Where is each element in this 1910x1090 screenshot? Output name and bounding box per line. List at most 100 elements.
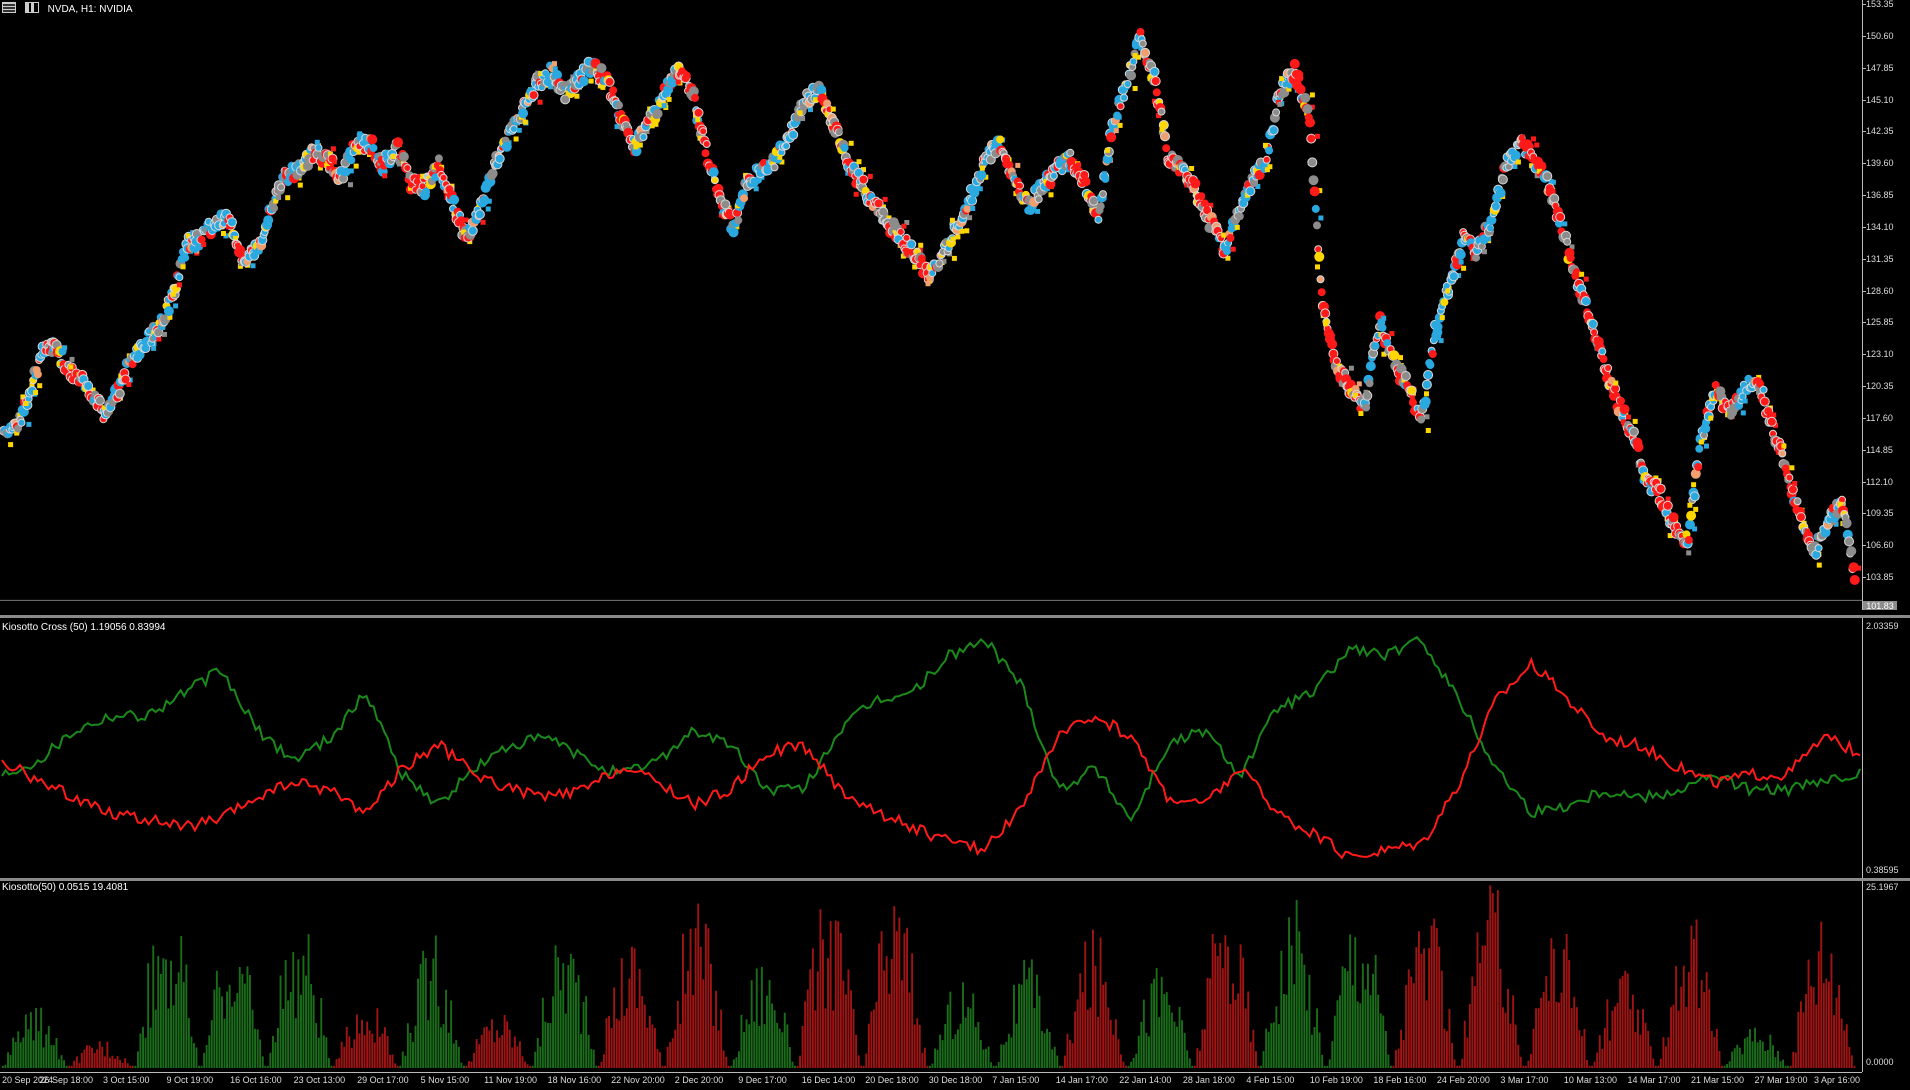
price-marker xyxy=(1472,253,1480,262)
histogram-bar xyxy=(699,946,702,1068)
signal-square xyxy=(357,131,363,137)
vol-tick-label: 0.0000 xyxy=(1866,1057,1894,1067)
histogram-bar xyxy=(519,1041,521,1068)
price-marker xyxy=(1694,463,1703,471)
histogram-bar xyxy=(1018,983,1020,1068)
signal-square xyxy=(1116,114,1122,120)
signal-square xyxy=(675,79,681,85)
histogram-bar xyxy=(1530,1054,1532,1068)
signal-square xyxy=(979,165,985,171)
histogram-bar xyxy=(52,1045,55,1068)
histogram-bar xyxy=(1682,965,1685,1068)
histogram-bar xyxy=(1550,938,1553,1068)
histogram-bar xyxy=(1048,1032,1051,1068)
time-tick-label: 7 Jan 15:00 xyxy=(992,1075,1040,1085)
price-marker xyxy=(434,154,443,163)
cross-series-green xyxy=(1,635,1861,823)
histogram-bar xyxy=(491,1019,493,1068)
histogram-bar xyxy=(1652,1058,1655,1068)
price-marker xyxy=(1371,341,1380,350)
histogram-bar xyxy=(246,966,249,1068)
price-marker xyxy=(1362,403,1371,412)
histogram-bar xyxy=(1435,928,1438,1068)
histogram-bar xyxy=(401,1051,404,1068)
histogram-bar xyxy=(315,1023,318,1068)
histogram-bar xyxy=(330,1065,333,1068)
histogram-bar xyxy=(526,1064,529,1068)
histogram-bar xyxy=(521,1056,524,1068)
kiosotto-histogram-pane[interactable]: Kiosotto(50) 0.0515 19.4081 xyxy=(0,882,1862,1072)
price-marker xyxy=(1617,397,1625,405)
histogram-bar xyxy=(1570,1008,1573,1068)
histogram-bar xyxy=(1822,983,1825,1068)
histogram-bar xyxy=(366,1021,369,1068)
price-marker xyxy=(1695,444,1704,453)
pane-separator[interactable] xyxy=(0,615,1910,618)
histogram-bar xyxy=(1751,1041,1754,1068)
pane-separator-2[interactable] xyxy=(0,878,1910,881)
price-marker xyxy=(17,418,26,427)
histogram-bar xyxy=(827,958,829,1068)
time-tick-label: 16 Oct 16:00 xyxy=(230,1075,282,1085)
histogram-bar xyxy=(547,1023,549,1068)
signal-square xyxy=(1267,164,1273,170)
histogram-bar xyxy=(679,1023,682,1068)
price-marker xyxy=(1686,510,1697,521)
signal-square xyxy=(170,291,176,297)
histogram-bar xyxy=(1265,1028,1268,1068)
kiosotto-cross-pane[interactable]: Kiosotto Cross (50) 1.19056 0.83994 xyxy=(0,622,1862,878)
histogram-bar xyxy=(822,939,824,1068)
histogram-bar xyxy=(1659,1058,1662,1068)
histogram-bar xyxy=(1731,1051,1734,1068)
signal-square xyxy=(1693,506,1699,512)
histogram-bar xyxy=(126,1063,129,1068)
histogram-bar xyxy=(1573,996,1576,1068)
price-marker xyxy=(479,195,490,206)
price-chart-pane[interactable]: NVDA, H1: NVIDIA xyxy=(0,0,1862,610)
signal-square xyxy=(1600,356,1606,361)
price-marker xyxy=(788,129,799,140)
price-marker xyxy=(1317,288,1326,297)
histogram-bar xyxy=(279,975,282,1068)
signal-square xyxy=(1035,208,1041,214)
histogram-bar xyxy=(1695,919,1698,1068)
histogram-bar xyxy=(1318,1032,1321,1068)
histogram-bar xyxy=(218,987,221,1068)
histogram-bar xyxy=(921,1052,924,1068)
histogram-bar xyxy=(1448,1009,1451,1068)
histogram-bar xyxy=(1616,1002,1619,1068)
histogram-bar xyxy=(1002,1044,1005,1068)
histogram-bar xyxy=(121,1062,124,1068)
histogram-bar xyxy=(182,982,185,1068)
histogram-bar xyxy=(664,1065,666,1068)
histogram-bar xyxy=(776,1022,779,1068)
price-marker xyxy=(1598,347,1607,356)
signal-square xyxy=(1740,410,1746,416)
histogram-bar xyxy=(888,993,891,1068)
price-tick-label: 153.35 xyxy=(1866,0,1894,10)
histogram-bar xyxy=(386,1035,389,1068)
price-marker xyxy=(782,142,791,150)
price-marker xyxy=(1495,188,1506,198)
price-marker xyxy=(652,108,663,119)
price-marker xyxy=(693,107,704,118)
price-marker xyxy=(163,306,174,317)
histogram-bar xyxy=(1407,969,1410,1068)
signal-square xyxy=(1309,92,1315,98)
histogram-bar xyxy=(254,1028,256,1068)
histogram-bar xyxy=(1298,931,1301,1068)
histogram-bar xyxy=(1687,972,1690,1068)
histogram-bar xyxy=(732,1059,735,1068)
histogram-bar xyxy=(997,1062,1000,1068)
price-marker xyxy=(1332,357,1341,366)
time-tick-label: 9 Dec 17:00 xyxy=(738,1075,787,1085)
kiosotto-cross-lines xyxy=(1,635,1861,860)
histogram-bar xyxy=(860,1065,863,1068)
price-marker xyxy=(1689,491,1700,502)
histogram-bar xyxy=(1107,1007,1110,1068)
signal-square xyxy=(552,66,558,72)
histogram-bar xyxy=(750,980,753,1068)
histogram-bar xyxy=(758,1026,761,1068)
price-marker xyxy=(1311,204,1320,213)
histogram-bar xyxy=(707,928,710,1068)
